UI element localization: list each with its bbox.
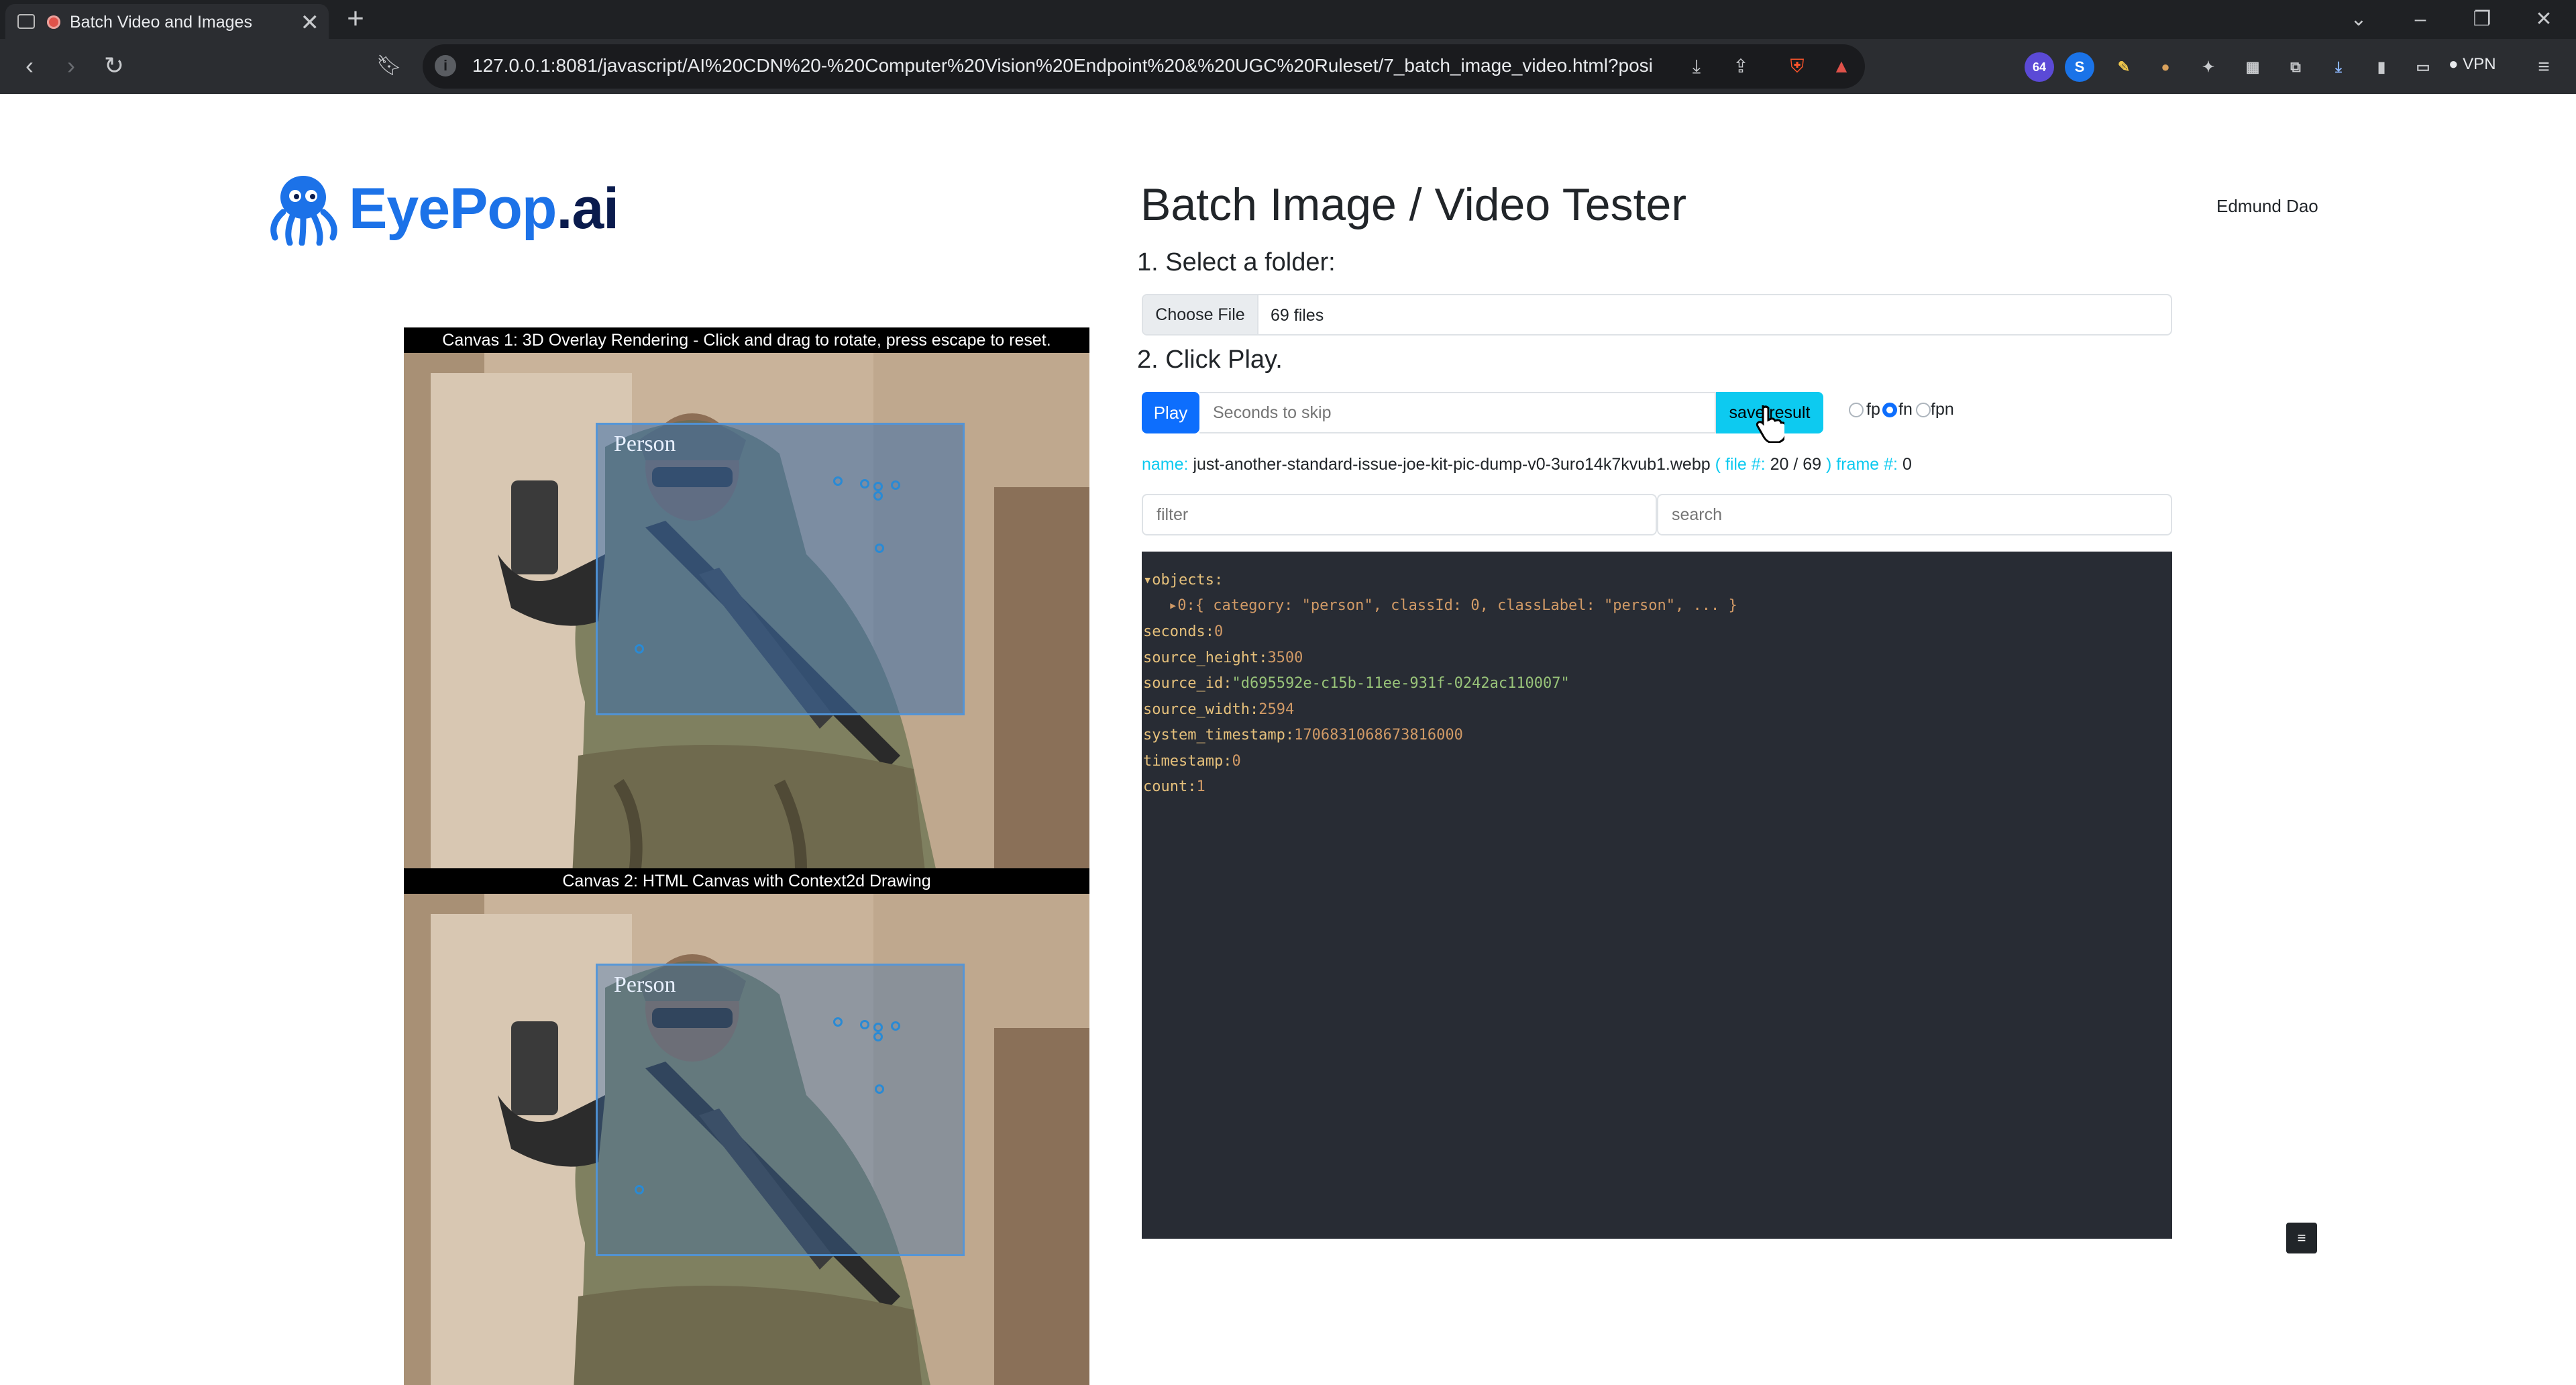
person-bounding-box: Person bbox=[596, 423, 965, 715]
radio-fp-label: fp bbox=[1866, 400, 1880, 419]
choose-file-button[interactable]: Choose File bbox=[1143, 295, 1258, 334]
highlighter-icon[interactable]: ✎ bbox=[2109, 52, 2139, 82]
name-key: name: bbox=[1142, 455, 1189, 474]
keypoint-marker bbox=[635, 1185, 644, 1194]
keypoint-marker bbox=[891, 480, 900, 490]
page-title: Batch Image / Video Tester bbox=[1140, 179, 1686, 230]
json-row: source_width:2594 bbox=[1143, 701, 1295, 718]
tab-title: Batch Video and Images bbox=[70, 13, 252, 32]
person-box-label: Person bbox=[614, 431, 676, 456]
hand-cursor-icon bbox=[1756, 405, 1784, 443]
file-count: 69 files bbox=[1271, 306, 1324, 325]
step1-heading: 1. Select a folder: bbox=[1137, 248, 1336, 276]
extension-gear-icon[interactable]: ✦ bbox=[2194, 52, 2223, 82]
filter-field[interactable] bbox=[1142, 494, 1657, 535]
json-row: system_timestamp:1706831068673816000 bbox=[1143, 727, 1463, 743]
share-icon[interactable]: ⇪ bbox=[1728, 54, 1754, 79]
keypoint-marker bbox=[873, 1032, 883, 1041]
file-name: just-another-standard-issue-joe-kit-pic-… bbox=[1193, 455, 1711, 474]
cookie-icon[interactable]: ● bbox=[2151, 52, 2180, 82]
sidebar-icon[interactable]: ▮ bbox=[2367, 52, 2396, 82]
close-window-icon[interactable]: ✕ bbox=[2517, 3, 2571, 36]
reload-icon[interactable]: ↻ bbox=[95, 47, 133, 85]
step2-heading: 2. Click Play. bbox=[1137, 346, 1283, 374]
canvas2-context2d[interactable]: Person bbox=[404, 894, 1089, 1385]
canvas2-caption: Canvas 2: HTML Canvas with Context2d Dra… bbox=[404, 868, 1089, 894]
brave-rewards-icon[interactable]: ▲ bbox=[1829, 54, 1854, 79]
object-0-summary[interactable]: ▸0:{ category: "person", classId: 0, cla… bbox=[1169, 597, 1737, 614]
seconds-to-skip-field[interactable] bbox=[1199, 392, 1716, 433]
person-bounding-box: Person bbox=[596, 964, 965, 1256]
logo-text: EyePop.ai bbox=[349, 176, 619, 241]
file-number-key: ( file #: bbox=[1715, 455, 1766, 474]
recording-icon bbox=[47, 15, 60, 29]
radio-fp[interactable] bbox=[1849, 403, 1864, 417]
play-button[interactable]: Play bbox=[1142, 392, 1199, 433]
site-info-icon[interactable]: i bbox=[435, 55, 456, 76]
radio-fn-label: fn bbox=[1898, 400, 1913, 419]
octopus-logo-icon bbox=[270, 176, 337, 246]
json-row: source_height:3500 bbox=[1143, 650, 1303, 666]
keypoint-marker bbox=[875, 1084, 884, 1094]
json-viewer[interactable]: ▾objects: ▸0:{ category: "person", class… bbox=[1142, 552, 2172, 1239]
keypoint-marker bbox=[873, 482, 883, 491]
menu-icon[interactable]: ≡ bbox=[2529, 52, 2559, 82]
json-row: count:1 bbox=[1143, 778, 1205, 795]
filter-input[interactable] bbox=[1143, 495, 1656, 534]
search-input[interactable] bbox=[1658, 495, 2171, 534]
address-bar[interactable]: i 127.0.0.1:8081/javascript/AI%20CDN%20-… bbox=[423, 44, 1865, 89]
minimize-icon[interactable]: – bbox=[2394, 3, 2447, 36]
keypoint-marker bbox=[873, 491, 883, 501]
search-field[interactable] bbox=[1657, 494, 2172, 535]
json-row: source_id:"d695592e-c15b-11ee-931f-0242a… bbox=[1143, 675, 1570, 692]
vpn-button[interactable]: ● VPN bbox=[2449, 55, 2496, 74]
json-row: seconds:0 bbox=[1143, 623, 1224, 640]
new-tab-button[interactable]: + bbox=[339, 4, 372, 35]
wallet-icon[interactable]: ▭ bbox=[2408, 52, 2438, 82]
keypoint-marker bbox=[891, 1021, 900, 1031]
objects-key[interactable]: ▾objects: bbox=[1143, 572, 1223, 588]
radio-fpn[interactable] bbox=[1916, 403, 1931, 417]
browser-tab-strip bbox=[0, 0, 2576, 39]
extension-badge-icon[interactable]: 64 bbox=[2025, 52, 2054, 82]
corner-menu-button[interactable]: ≡ bbox=[2286, 1223, 2317, 1253]
radio-fn[interactable] bbox=[1882, 403, 1897, 417]
extensions-puzzle-icon[interactable]: ⧉ bbox=[2281, 52, 2310, 82]
keypoint-marker bbox=[833, 1017, 843, 1027]
brave-shields-icon[interactable]: ⛨ bbox=[1784, 54, 1810, 79]
tab-favicon-icon bbox=[17, 14, 35, 29]
canvas1-caption: Canvas 1: 3D Overlay Rendering - Click a… bbox=[404, 327, 1089, 353]
browser-tab[interactable]: Batch Video and Images ✕ bbox=[5, 4, 329, 39]
folder-file-input[interactable]: Choose File 69 files bbox=[1142, 294, 2172, 336]
forward-icon[interactable]: › bbox=[52, 47, 90, 85]
back-icon[interactable]: ‹ bbox=[11, 47, 48, 85]
status-line: name: just-another-standard-issue-joe-ki… bbox=[1142, 455, 1912, 474]
canvas1-3d-overlay[interactable]: Person bbox=[404, 353, 1089, 868]
extension-s-icon[interactable]: S bbox=[2065, 52, 2094, 82]
download-page-icon[interactable]: ⤓ bbox=[1684, 54, 1709, 79]
user-name[interactable]: Edmund Dao bbox=[2216, 196, 2318, 217]
file-number: 20 / 69 bbox=[1770, 455, 1822, 474]
bookmark-icon[interactable]: 🔖︎ bbox=[370, 47, 408, 85]
downloads-icon[interactable]: ⤓ bbox=[2324, 52, 2353, 82]
person-box-label: Person bbox=[614, 972, 676, 997]
json-row: timestamp:0 bbox=[1143, 753, 1241, 770]
keypoint-marker bbox=[833, 476, 843, 486]
url-text[interactable]: 127.0.0.1:8081/javascript/AI%20CDN%20-%2… bbox=[472, 55, 1653, 76]
seconds-to-skip-input[interactable] bbox=[1199, 393, 1715, 432]
extension-grid-icon[interactable]: ▦ bbox=[2238, 52, 2267, 82]
keypoint-marker bbox=[860, 479, 869, 489]
frame-number-key: ) frame #: bbox=[1826, 455, 1898, 474]
keypoint-marker bbox=[860, 1020, 869, 1029]
tab-search-chevron-icon[interactable]: ⌄ bbox=[2332, 3, 2385, 36]
keypoint-marker bbox=[875, 544, 884, 553]
restore-icon[interactable]: ❐ bbox=[2455, 3, 2509, 36]
radio-fpn-label: fpn bbox=[1931, 400, 1954, 419]
keypoint-marker bbox=[635, 644, 644, 654]
frame-number: 0 bbox=[1902, 455, 1912, 474]
keypoint-marker bbox=[873, 1023, 883, 1032]
tab-close-icon[interactable]: ✕ bbox=[301, 9, 320, 36]
